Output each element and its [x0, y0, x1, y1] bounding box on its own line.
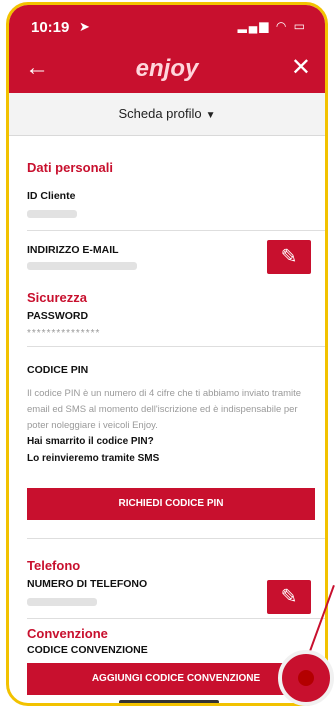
touch-indicator-center: [298, 670, 314, 686]
location-arrow-icon: ➤: [79, 19, 90, 34]
home-indicator: [119, 700, 219, 703]
section-convention: Convenzione: [27, 626, 108, 641]
section-security: Sicurezza: [27, 290, 87, 305]
id-label: ID Cliente: [27, 190, 76, 202]
id-value: [27, 210, 77, 218]
divider: [27, 346, 325, 347]
pencil-icon: ✎: [280, 246, 298, 268]
phone-frame: 10:19 ➤ ▂▄▆ ◠ ▭ ← enjoy ✕ Scheda profilo…: [6, 2, 328, 706]
status-bar: 10:19 ➤ ▂▄▆ ◠ ▭: [9, 5, 325, 45]
phone-value: [27, 598, 97, 606]
pin-lost-text: Hai smarrito il codice PIN?: [27, 436, 154, 447]
divider: [27, 230, 325, 231]
chevron-down-icon: ▼: [205, 110, 216, 121]
section-phone: Telefono: [27, 558, 81, 573]
edit-email-button[interactable]: ✎: [267, 240, 311, 274]
divider: [27, 538, 325, 539]
status-time: 10:19: [31, 19, 70, 36]
pin-description: Il codice PIN è un numero di 4 cifre che…: [27, 388, 302, 431]
divider: [27, 618, 325, 619]
profile-dropdown[interactable]: Scheda profilo ▼: [9, 93, 325, 136]
status-icons: ▂▄▆ ◠ ▭: [237, 19, 307, 33]
section-personal: Dati personali: [27, 160, 113, 175]
pencil-icon: ✎: [280, 586, 298, 608]
password-label: PASSWORD: [27, 310, 89, 322]
touch-indicator: [278, 650, 334, 706]
password-value: ***************: [27, 328, 101, 339]
app-bar: ← enjoy ✕: [9, 45, 325, 93]
convention-label: CODICE CONVENZIONE: [27, 644, 148, 656]
email-label: INDIRIZZO E-MAIL: [27, 244, 119, 256]
email-value: [27, 262, 137, 270]
phone-label: NUMERO DI TELEFONO: [27, 578, 148, 590]
enjoy-logo: enjoy: [135, 55, 199, 82]
close-icon[interactable]: ✕: [291, 54, 311, 82]
request-pin-button[interactable]: RICHIEDI CODICE PIN: [27, 488, 315, 520]
pin-label: CODICE PIN: [27, 364, 89, 376]
profile-dropdown-label: Scheda profilo ▼: [118, 106, 216, 121]
edit-phone-button[interactable]: ✎: [267, 580, 311, 614]
pin-resend-text: Lo reinvieremo tramite SMS: [27, 453, 160, 464]
